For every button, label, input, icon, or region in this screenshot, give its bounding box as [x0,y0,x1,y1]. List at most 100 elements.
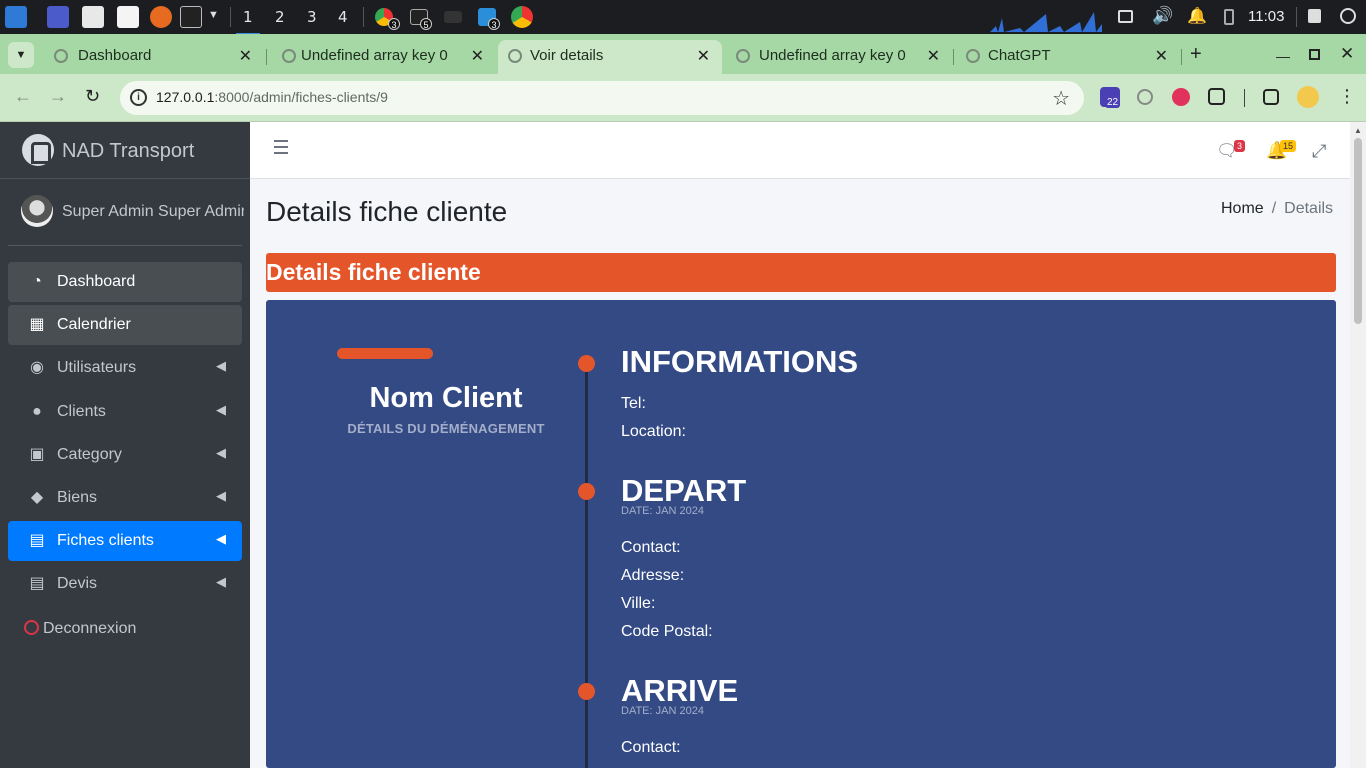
tab-voir-details[interactable]: Voir details ✕ [498,40,722,74]
user-name[interactable]: Super Admin Super Admin [62,203,244,221]
arrive-date: DATE: JAN 2024 [621,705,704,717]
circle-icon [24,620,39,635]
extension-badge: 22 [1105,97,1121,108]
hamburger-menu-icon[interactable] [274,140,288,154]
sidebar-item-biens[interactable]: ◆ Biens ◀ [8,478,242,518]
client-name: Nom Client [369,382,523,414]
clock: 11:03 [1248,8,1285,25]
close-icon[interactable]: ✕ [1155,46,1168,66]
breadcrumb: Home / Details [1221,200,1333,218]
breadcrumb-home[interactable]: Home [1221,200,1264,217]
network-icon[interactable] [1118,10,1133,23]
brand-logo[interactable] [22,134,54,166]
profile-avatar[interactable] [1297,86,1319,108]
logout-label: Deconnexion [43,620,137,637]
back-arrow-icon[interactable]: ← [14,86,32,107]
workspace-2[interactable]: 2 [275,8,285,26]
sidebar-item-category[interactable]: ▣ Category ◀ [8,435,242,475]
sidebar-item-utilisateurs[interactable]: ◉ Utilisateurs ◀ [8,348,242,388]
new-tab-button[interactable]: + [1190,43,1202,66]
sidebar-item-devis[interactable]: ▤ Devis ◀ [8,564,242,604]
sidebar-item-dashboard[interactable]: ◔ Dashboard [8,262,242,302]
sidebar-item-calendrier[interactable]: ▦ Calendrier [8,305,242,345]
tab-search-button[interactable]: ▼ [8,42,34,68]
sidebar-item-label: Biens [57,489,98,506]
timeline-dot [578,355,595,372]
text-editor-icon[interactable] [117,6,139,28]
firefox-icon[interactable] [150,6,172,28]
informations-title: INFORMATIONS [621,344,859,379]
logout-link[interactable]: Deconnexion [24,620,136,638]
tab-undefined-array-key[interactable]: Undefined array key 0 ✕ [268,40,496,74]
globe-icon [736,49,750,63]
workspace-3[interactable]: 3 [307,8,317,26]
brand-name[interactable]: NAD Transport [62,140,194,163]
sidebar-item-label: Category [57,446,122,463]
scroll-up-icon[interactable]: ▲ [1354,126,1362,135]
globe-icon [282,49,296,63]
chevron-down-icon[interactable]: ▼ [208,9,219,21]
redux-icon[interactable] [1172,88,1190,106]
bookmark-star-icon[interactable]: ☆ [1052,86,1070,111]
close-window-icon[interactable]: ✕ [1340,44,1354,64]
forward-arrow-icon[interactable]: → [49,86,67,107]
maximize-icon[interactable] [1309,49,1320,60]
tab-chatgpt[interactable]: ChatGPT ✕ [956,40,1180,74]
depart-title: DEPART [621,473,747,508]
arrive-contact-label: Contact: [621,739,681,756]
sidebar-item-label: Devis [57,575,98,592]
arrive-title: ARRIVE [621,673,739,708]
kali-menu-icon[interactable] [5,6,27,28]
fullscreen-icon[interactable]: ⤢ [1312,141,1326,162]
workspace-1[interactable]: 1 [236,8,259,35]
browser-toolbar: ← → ↻ i 127.0.0.1:8000/admin/fiches-clie… [0,74,1366,122]
lock-icon[interactable] [1308,9,1321,23]
terminal-icon[interactable] [180,6,202,28]
os-taskbar: ▼ 1 2 3 4 3 5 3 🔊 🔔 11:03 [0,0,1366,35]
tab-undefined-array-key-2[interactable]: Undefined array key 0 ✕ [724,40,952,74]
notifications-badge: 15 [1280,140,1297,152]
tab-divider [953,49,954,65]
puzzle-extensions-icon[interactable] [1208,88,1225,105]
side-panel-icon[interactable] [1263,89,1279,105]
timeline-dot [578,683,595,700]
breadcrumb-current: Details [1284,200,1334,217]
tab-title: Dashboard [78,47,152,64]
browser-tab-strip: ▼ Dashboard ✕ Undefined array key 0 ✕ Vo… [0,34,1366,74]
desktop-icon[interactable] [47,6,69,28]
close-icon[interactable]: ✕ [697,46,710,66]
close-icon[interactable]: ✕ [239,46,252,66]
browser-menu-icon[interactable]: ⋮ [1338,86,1356,107]
tab-dashboard[interactable]: Dashboard ✕ [40,40,264,74]
address-bar[interactable]: i 127.0.0.1:8000/admin/fiches-clients/9 … [120,81,1084,115]
task-badge: 3 [488,18,500,30]
chevron-left-icon: ◀ [216,358,226,373]
url-text[interactable]: 127.0.0.1:8000/admin/fiches-clients/9 [156,89,388,105]
site-info-icon[interactable]: i [130,89,147,106]
close-icon[interactable]: ✕ [471,46,484,66]
depart-ville-label: Ville: [621,595,656,612]
bell-icon[interactable]: 🔔 [1187,6,1207,26]
workspace-4[interactable]: 4 [338,8,348,26]
react-devtools-icon[interactable] [1137,89,1153,105]
tab-divider [1181,49,1182,65]
sidebar-item-clients[interactable]: ● Clients ◀ [8,392,242,432]
tel-label: Tel: [621,395,646,412]
user-avatar[interactable] [21,195,53,227]
tachometer-icon: ◔ [32,273,42,290]
volume-icon[interactable]: 🔊 [1152,6,1173,26]
close-icon[interactable]: ✕ [927,46,940,66]
console-task-icon[interactable] [444,11,462,23]
taskbar-divider [230,7,231,27]
minimize-icon[interactable]: — [1276,48,1290,64]
sidebar-item-fiches-clients[interactable]: ▤ Fiches clients ◀ [8,521,242,561]
scrollbar-thumb[interactable] [1354,138,1362,324]
reload-icon[interactable]: ↻ [85,86,100,107]
page-scrollbar[interactable]: ▲ [1350,122,1366,768]
tab-title: Undefined array key 0 [759,47,906,64]
power-icon[interactable] [1340,8,1356,24]
chrome-icon[interactable] [511,6,533,28]
chatgpt-icon [966,49,980,63]
file-manager-icon[interactable] [82,6,104,28]
taskbar-divider [363,7,364,27]
